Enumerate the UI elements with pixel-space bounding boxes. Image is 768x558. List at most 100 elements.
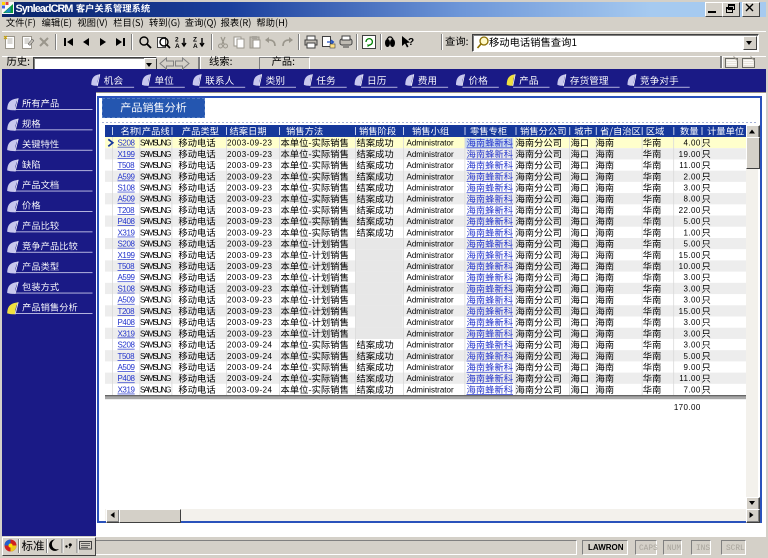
svg-text:Administrator: Administrator — [407, 341, 454, 350]
svg-text:2003-09-23: 2003-09-23 — [227, 329, 273, 338]
svg-text:Administrator: Administrator — [407, 374, 454, 383]
svg-text:SAMSUNG: SAMSUNG — [140, 184, 171, 193]
svg-text:3.00: 3.00 — [684, 273, 701, 282]
svg-text:T208: T208 — [118, 307, 136, 316]
svg-text:SynleadCRM: SynleadCRM — [16, 3, 74, 15]
svg-text:SAMSUNG: SAMSUNG — [140, 318, 171, 327]
svg-text:2003-09-24: 2003-09-24 — [227, 374, 273, 383]
svg-text:S208: S208 — [118, 139, 136, 148]
svg-text:SAMSUNG: SAMSUNG — [140, 385, 171, 394]
svg-text:SAMSUNG: SAMSUNG — [140, 150, 171, 159]
svg-text:2003-09-23: 2003-09-23 — [227, 228, 273, 237]
svg-text:2003-09-24: 2003-09-24 — [227, 363, 273, 372]
svg-text:T208: T208 — [118, 206, 136, 215]
svg-text:CAPS: CAPS — [639, 545, 658, 553]
svg-text:2003-09-23: 2003-09-23 — [227, 195, 273, 204]
svg-text:Administrator: Administrator — [407, 184, 454, 193]
svg-text:1.00: 1.00 — [684, 228, 701, 237]
svg-text:10.00: 10.00 — [679, 262, 701, 271]
svg-text:Administrator: Administrator — [407, 329, 454, 338]
svg-text:3.00: 3.00 — [684, 184, 701, 193]
svg-text:2.00: 2.00 — [684, 172, 701, 181]
svg-text:2003-09-23: 2003-09-23 — [227, 251, 273, 260]
svg-text:SAMSUNG: SAMSUNG — [140, 251, 171, 260]
svg-text:P408: P408 — [118, 318, 136, 327]
svg-text:T508: T508 — [118, 262, 136, 271]
svg-text:2003-09-23: 2003-09-23 — [227, 150, 273, 159]
svg-text:X319: X319 — [118, 228, 136, 237]
svg-text:Administrator: Administrator — [407, 296, 454, 305]
svg-text:SAMSUNG: SAMSUNG — [140, 374, 171, 383]
svg-text:X199: X199 — [118, 150, 136, 159]
svg-text:Administrator: Administrator — [407, 262, 454, 271]
svg-text:SAMSUNG: SAMSUNG — [140, 285, 171, 294]
svg-text:15.00: 15.00 — [679, 251, 701, 260]
svg-text:SCRL: SCRL — [726, 545, 745, 553]
svg-text:SAMSUNG: SAMSUNG — [140, 329, 171, 338]
svg-text:Administrator: Administrator — [407, 150, 454, 159]
svg-text:19.00: 19.00 — [679, 150, 701, 159]
svg-text:170.00: 170.00 — [674, 403, 701, 412]
svg-text:SAMSUNG: SAMSUNG — [140, 296, 171, 305]
svg-text:SAMSUNG: SAMSUNG — [140, 240, 171, 249]
svg-text:2003-09-23: 2003-09-23 — [227, 262, 273, 271]
svg-text:Administrator: Administrator — [407, 139, 454, 148]
svg-text:7.00: 7.00 — [684, 385, 701, 394]
svg-text:Administrator: Administrator — [407, 161, 454, 170]
svg-text:S208: S208 — [118, 341, 136, 350]
svg-text:SAMSUNG: SAMSUNG — [140, 206, 171, 215]
svg-text:5.00: 5.00 — [684, 217, 701, 226]
svg-text:3.00: 3.00 — [684, 329, 701, 338]
svg-text:SAMSUNG: SAMSUNG — [140, 341, 171, 350]
svg-text:SAMSUNG: SAMSUNG — [140, 161, 171, 170]
svg-text:NUM: NUM — [667, 545, 681, 553]
svg-text:5.00: 5.00 — [684, 352, 701, 361]
svg-text:2003-09-24: 2003-09-24 — [227, 352, 273, 361]
svg-text:2003-09-23: 2003-09-23 — [227, 296, 273, 305]
svg-text:Administrator: Administrator — [407, 217, 454, 226]
svg-text:11.00: 11.00 — [679, 161, 701, 170]
svg-text:2003-09-23: 2003-09-23 — [227, 285, 273, 294]
svg-text:X199: X199 — [118, 251, 136, 260]
svg-text:2003-09-23: 2003-09-23 — [227, 184, 273, 193]
svg-text:Administrator: Administrator — [407, 285, 454, 294]
svg-text:SAMSUNG: SAMSUNG — [140, 307, 171, 316]
svg-text:2003-09-23: 2003-09-23 — [227, 318, 273, 327]
svg-text:INS: INS — [696, 545, 710, 553]
svg-text:Administrator: Administrator — [407, 385, 454, 394]
svg-text:3.00: 3.00 — [684, 341, 701, 350]
svg-text:S108: S108 — [118, 184, 136, 193]
svg-text:P408: P408 — [118, 217, 136, 226]
svg-text:22.00: 22.00 — [679, 206, 701, 215]
svg-text:SAMSUNG: SAMSUNG — [140, 262, 171, 271]
svg-text:?: ? — [408, 37, 414, 48]
svg-text:T508: T508 — [118, 352, 136, 361]
svg-text:Administrator: Administrator — [407, 318, 454, 327]
svg-text:SAMSUNG: SAMSUNG — [140, 352, 171, 361]
svg-text:SAMSUNG: SAMSUNG — [140, 228, 171, 237]
svg-text:S208: S208 — [118, 240, 136, 249]
svg-text:A599: A599 — [118, 172, 136, 181]
svg-text:2003-09-24: 2003-09-24 — [227, 341, 273, 350]
svg-text:2003-09-23: 2003-09-23 — [227, 139, 273, 148]
svg-text:5.00: 5.00 — [684, 240, 701, 249]
svg-text:S108: S108 — [118, 285, 136, 294]
svg-text:A599: A599 — [118, 273, 136, 282]
svg-text:9.00: 9.00 — [684, 363, 701, 372]
svg-text:15.00: 15.00 — [679, 307, 701, 316]
svg-text:T508: T508 — [118, 161, 136, 170]
svg-text:LAWRON: LAWRON — [588, 543, 624, 552]
svg-text:3.00: 3.00 — [684, 318, 701, 327]
svg-text:A509: A509 — [118, 363, 136, 372]
svg-text:X319: X319 — [118, 329, 136, 338]
svg-text:Administrator: Administrator — [407, 228, 454, 237]
svg-text:Administrator: Administrator — [407, 206, 454, 215]
svg-text:11.00: 11.00 — [679, 374, 701, 383]
svg-text:SAMSUNG: SAMSUNG — [140, 139, 171, 148]
svg-text:P408: P408 — [118, 374, 136, 383]
svg-text:A509: A509 — [118, 296, 136, 305]
svg-text:2003-09-23: 2003-09-23 — [227, 217, 273, 226]
svg-text:8.00: 8.00 — [684, 195, 701, 204]
svg-text:4.00: 4.00 — [684, 139, 701, 148]
svg-text:X319: X319 — [118, 385, 136, 394]
